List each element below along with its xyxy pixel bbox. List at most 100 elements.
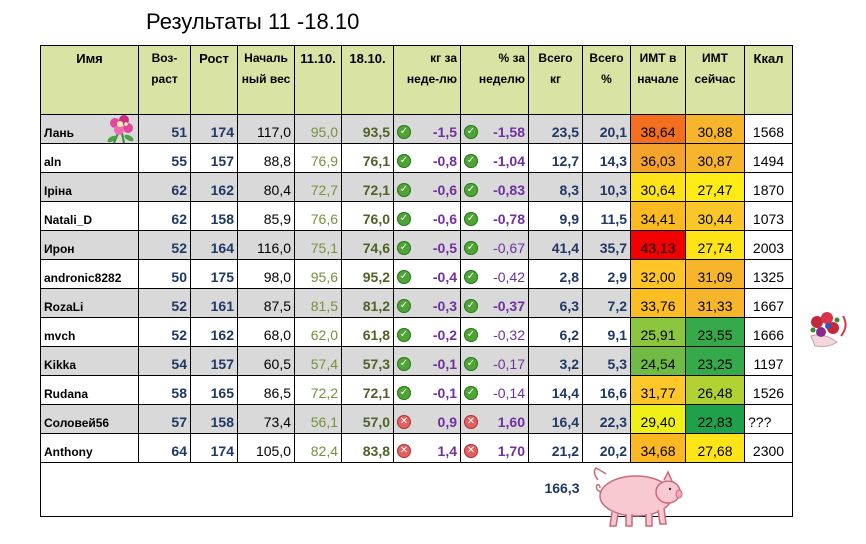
- kg-week-value: -0,6: [432, 182, 457, 198]
- cell-total-kg: 14,4: [528, 375, 583, 405]
- cell-bmi-start: 31,77: [630, 375, 686, 405]
- check-circle-icon: ✓: [464, 270, 478, 284]
- cell-age: 55: [138, 143, 191, 173]
- cell-total-pct: 9,1: [582, 317, 631, 347]
- pct-week-value: -0,42: [493, 269, 525, 285]
- cell-age: 57: [138, 404, 191, 434]
- cell-bmi-now: 27,68: [685, 433, 745, 463]
- cell-total-kg: 23,5: [528, 114, 583, 144]
- cell-weight-date-2-value: 57,3: [362, 356, 390, 372]
- cell-bmi-start: 43,13: [630, 230, 686, 260]
- cell-weight-date-2: 93,5: [341, 114, 394, 144]
- cell-kcal: ???: [744, 404, 793, 434]
- cell-pct-week: ✕ 1,60: [460, 404, 529, 434]
- pig-icon: [593, 467, 683, 527]
- cell-pct-week: ✓ -0,17: [460, 346, 529, 376]
- cell-kg-week: ✓ -0,8: [393, 143, 461, 173]
- pct-week-value: -0,17: [493, 356, 525, 372]
- cell-bmi-now: 31,33: [685, 288, 745, 318]
- check-circle-icon: ✓: [464, 386, 478, 400]
- cell-start-weight: 116,0: [237, 230, 295, 260]
- cell-height: 162: [190, 317, 238, 347]
- cell-weight-date-2: 57,3: [341, 346, 394, 376]
- cell-start-weight: 87,5: [237, 288, 295, 318]
- cell-weight-date-2-value: 72,1: [362, 385, 390, 401]
- cell-weight-date-1: 82,4: [294, 433, 342, 463]
- cell-total-kg: 6,2: [528, 317, 583, 347]
- cell-pct-week: ✓ -0,83: [460, 172, 529, 202]
- header-height: Рост: [190, 45, 238, 115]
- check-circle-icon: ✓: [464, 212, 478, 226]
- cell-age: 64: [138, 433, 191, 463]
- cell-name: Ирон: [40, 230, 139, 260]
- cell-name: Anthony: [40, 433, 139, 463]
- cell-name: aln: [40, 143, 139, 173]
- table-row: mvch 52 162 68,0 62,0 61,8 ✓ -0,2 ✓ -0,32 6,2 9,1 25…: [40, 317, 793, 347]
- cell-kcal: 1494: [744, 143, 793, 173]
- cell-age: 62: [138, 201, 191, 231]
- cell-weight-date-2: 76,0: [341, 201, 394, 231]
- cell-weight-date-1: 56,1: [294, 404, 342, 434]
- total-value: 166,3: [528, 462, 583, 517]
- cell-weight-date-2-value: 81,2: [362, 298, 390, 314]
- cell-start-weight: 117,0: [237, 114, 295, 144]
- cell-pct-week: ✓ -0,42: [460, 259, 529, 289]
- cell-total-pct: 16,6: [582, 375, 631, 405]
- cell-pct-week: ✕ 1,70: [460, 433, 529, 463]
- cell-kcal: 1568: [744, 114, 793, 144]
- cell-total-pct: 35,7: [582, 230, 631, 260]
- cell-kcal: 1197: [744, 346, 793, 376]
- cell-weight-date-1: 81,5: [294, 288, 342, 318]
- cell-weight-date-1: 75,1: [294, 230, 342, 260]
- cell-kg-week: ✓ -0,3: [393, 288, 461, 318]
- cell-kg-week: ✕ 1,4: [393, 433, 461, 463]
- cell-kg-week: ✓ -0,6: [393, 201, 461, 231]
- kg-week-value: -0,8: [432, 153, 457, 169]
- cell-start-weight: 80,4: [237, 172, 295, 202]
- cell-kcal: 1526: [744, 375, 793, 405]
- cell-kg-week: ✓ -0,4: [393, 259, 461, 289]
- check-circle-icon: ✓: [464, 357, 478, 371]
- cell-total-kg: 41,4: [528, 230, 583, 260]
- kg-week-value: -0,6: [432, 211, 457, 227]
- cell-weight-date-2: 76,1: [341, 143, 394, 173]
- cell-height: 174: [190, 114, 238, 144]
- cell-pct-week: ✓ -0,78: [460, 201, 529, 231]
- cell-weight-date-1: 95,6: [294, 259, 342, 289]
- cell-weight-date-2-value: 72,1: [362, 182, 390, 198]
- cell-bmi-start: 30,64: [630, 172, 686, 202]
- cell-start-weight: 73,4: [237, 404, 295, 434]
- cell-weight-date-1: 72,2: [294, 375, 342, 405]
- cell-name: mvch: [40, 317, 139, 347]
- table-row: Anthony 64 174 105,0 82,4 83,8 ✕ 1,4 ✕ 1,70 21,2 20…: [40, 433, 793, 463]
- pct-week-value: -0,37: [493, 298, 525, 314]
- cell-height: 162: [190, 172, 238, 202]
- header-total-pct: Всего %: [582, 45, 631, 115]
- page-title: Результаты 11 -18.10: [146, 9, 360, 34]
- kg-week-value: 1,4: [437, 443, 457, 459]
- cell-kg-week: ✓ -0,5: [393, 230, 461, 260]
- pct-week-value: 1,60: [497, 414, 525, 430]
- cell-age: 52: [138, 288, 191, 318]
- cell-pct-week: ✓ -1,04: [460, 143, 529, 173]
- cell-weight-date-2-value: 95,2: [362, 269, 390, 285]
- cell-weight-date-2-value: 57,0: [362, 414, 390, 430]
- cell-weight-date-2: 74,6: [341, 230, 394, 260]
- cell-age: 52: [138, 317, 191, 347]
- cell-total-kg: 16,4: [528, 404, 583, 434]
- cross-circle-icon: ✕: [464, 415, 478, 429]
- cell-bmi-now: 23,55: [685, 317, 745, 347]
- pct-week-value: -0,67: [493, 240, 525, 256]
- cell-height: 158: [190, 404, 238, 434]
- header-start-weight: Началь ный вес: [237, 45, 295, 115]
- cell-bmi-start: 38,64: [630, 114, 686, 144]
- cell-age: 58: [138, 375, 191, 405]
- cell-weight-date-2-value: 61,8: [362, 327, 390, 343]
- cell-kg-week: ✓ -0,2: [393, 317, 461, 347]
- cell-bmi-now: 31,09: [685, 259, 745, 289]
- cell-bmi-now: 23,25: [685, 346, 745, 376]
- pct-week-value: -1,58: [493, 124, 525, 140]
- check-circle-icon: ✓: [464, 183, 478, 197]
- kg-week-value: -0,1: [432, 385, 457, 401]
- cell-bmi-start: 32,00: [630, 259, 686, 289]
